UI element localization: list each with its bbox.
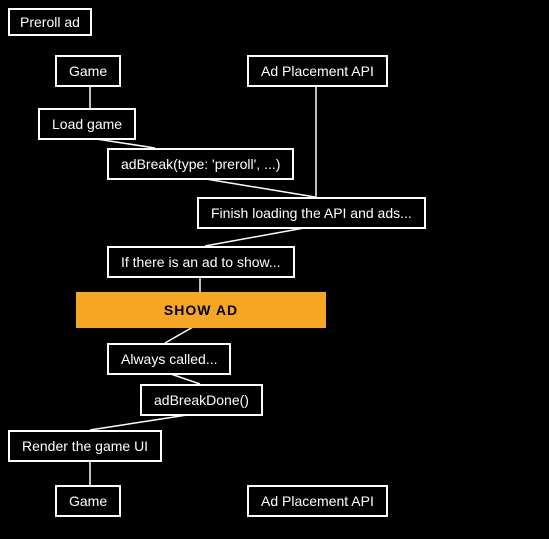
ad-placement-api-top-box: Ad Placement API — [247, 55, 388, 87]
preroll-ad-label: Preroll ad — [8, 8, 92, 36]
game-bottom-box: Game — [55, 485, 121, 517]
finish-loading-box: Finish loading the API and ads... — [197, 197, 426, 229]
game-top-box: Game — [55, 55, 121, 87]
show-ad-box: SHOW AD — [76, 292, 326, 328]
render-game-ui-box: Render the game UI — [8, 430, 162, 462]
load-game-box: Load game — [38, 108, 136, 140]
ad-break-call-box: adBreak(type: 'preroll', ...) — [107, 148, 294, 180]
ad-break-done-box: adBreakDone() — [140, 384, 263, 416]
ad-placement-api-bottom-box: Ad Placement API — [247, 485, 388, 517]
if-ad-box: If there is an ad to show... — [107, 246, 295, 278]
always-called-box: Always called... — [107, 343, 231, 375]
